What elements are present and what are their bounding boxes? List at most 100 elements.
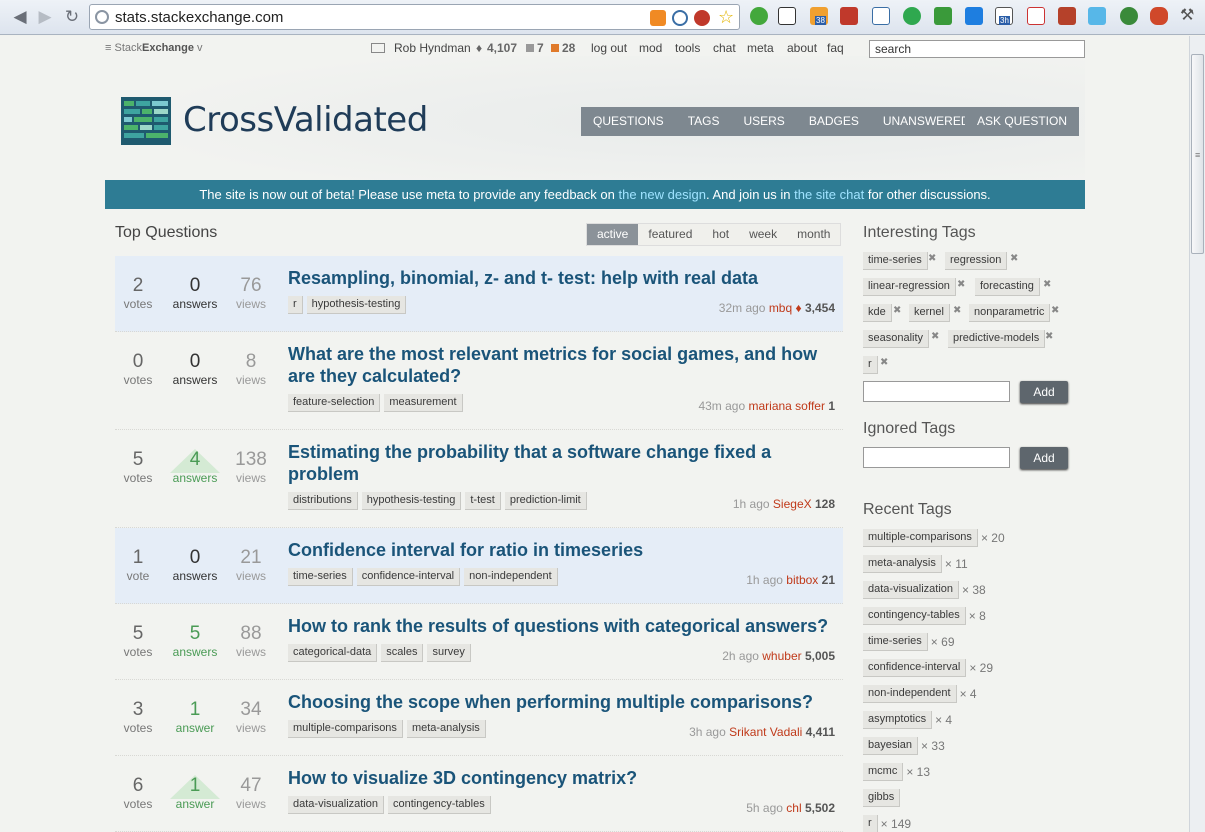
tab-hot[interactable]: hot bbox=[702, 224, 740, 245]
ask-question-button[interactable]: ASK QUESTION bbox=[965, 107, 1080, 136]
user-link[interactable]: mariana soffer bbox=[748, 399, 824, 413]
remove-tag-icon[interactable]: ✖ bbox=[1045, 331, 1053, 342]
tag-link[interactable]: meta-analysis bbox=[863, 555, 942, 573]
remove-tag-icon[interactable]: ✖ bbox=[1043, 279, 1051, 290]
question-title-link[interactable]: What are the most relevant metrics for s… bbox=[288, 343, 843, 387]
mod-link[interactable]: mod bbox=[639, 41, 662, 55]
wrench-icon[interactable]: ⚒ bbox=[1180, 7, 1198, 25]
question-title-link[interactable]: Estimating the probability that a softwa… bbox=[288, 441, 843, 485]
interesting-tag[interactable]: kernel bbox=[909, 304, 950, 322]
add-ignored-tag-button[interactable]: Add bbox=[1020, 447, 1068, 469]
star-icon[interactable]: ☆ bbox=[718, 8, 734, 26]
interesting-tag[interactable]: time-series bbox=[863, 252, 928, 270]
remove-tag-icon[interactable]: ✖ bbox=[1010, 253, 1018, 264]
tools-link[interactable]: tools bbox=[675, 41, 700, 55]
interesting-tag[interactable]: kde bbox=[863, 304, 892, 322]
tag-link[interactable]: r bbox=[288, 296, 303, 314]
interesting-tag[interactable]: regression bbox=[945, 252, 1008, 270]
tag-link[interactable]: meta-analysis bbox=[406, 720, 486, 738]
activity-time[interactable]: 32m ago bbox=[719, 301, 766, 315]
tag-link[interactable]: hypothesis-testing bbox=[306, 296, 407, 314]
tag-link[interactable]: non-independent bbox=[863, 685, 957, 703]
activity-time[interactable]: 3h ago bbox=[689, 725, 726, 739]
stackexchange-menu[interactable]: ≡ StackExchange v bbox=[105, 42, 203, 54]
site-name[interactable]: CrossValidated bbox=[183, 100, 428, 140]
meta-link[interactable]: meta bbox=[747, 41, 774, 55]
crossvalidated-logo-icon[interactable] bbox=[121, 97, 171, 145]
extension-pi-icon[interactable] bbox=[778, 7, 796, 25]
remove-tag-icon[interactable]: ✖ bbox=[1051, 305, 1059, 316]
tag-link[interactable]: categorical-data bbox=[288, 644, 378, 662]
tag-link[interactable]: r bbox=[863, 815, 878, 832]
interesting-tag[interactable]: forecasting bbox=[975, 278, 1040, 296]
interesting-tag[interactable]: predictive-models bbox=[948, 330, 1046, 348]
tag-link[interactable]: gibbs bbox=[863, 789, 901, 807]
remove-tag-icon[interactable]: ✖ bbox=[953, 305, 961, 316]
forward-icon[interactable]: ▶ bbox=[33, 5, 57, 29]
question-title-link[interactable]: How to rank the results of questions wit… bbox=[288, 615, 843, 637]
remove-tag-icon[interactable]: ✖ bbox=[893, 305, 901, 316]
tag-link[interactable]: mcmc bbox=[863, 763, 904, 781]
interesting-tag[interactable]: nonparametric bbox=[969, 304, 1051, 322]
reload-icon[interactable]: ↻ bbox=[60, 5, 84, 29]
tag-link[interactable]: measurement bbox=[384, 394, 463, 412]
tag-link[interactable]: scales bbox=[381, 644, 424, 662]
tab-featured[interactable]: featured bbox=[638, 224, 703, 245]
extension-feed-icon[interactable]: 38 bbox=[810, 7, 828, 25]
question-title-link[interactable]: Choosing the scope when performing multi… bbox=[288, 691, 843, 713]
interesting-tag[interactable]: r bbox=[863, 356, 878, 374]
extension-green-icon[interactable] bbox=[934, 7, 952, 25]
new-design-link[interactable]: the new design bbox=[618, 187, 705, 202]
cookie-icon[interactable] bbox=[694, 10, 710, 26]
extension-orange-icon[interactable] bbox=[1150, 7, 1168, 25]
remove-tag-icon[interactable]: ✖ bbox=[928, 253, 936, 264]
user-link[interactable]: chl bbox=[786, 801, 801, 815]
current-user-link[interactable]: Rob Hyndman bbox=[394, 41, 471, 55]
scrollbar[interactable]: ≡ bbox=[1189, 36, 1205, 832]
activity-time[interactable]: 5h ago bbox=[746, 801, 783, 815]
tag-link[interactable]: data-visualization bbox=[288, 796, 384, 814]
chat-link[interactable]: chat bbox=[713, 41, 736, 55]
add-interesting-tag-button[interactable]: Add bbox=[1020, 381, 1068, 403]
activity-time[interactable]: 43m ago bbox=[698, 399, 745, 413]
nav-users[interactable]: USERS bbox=[731, 107, 796, 136]
tag-link[interactable]: confidence-interval bbox=[356, 568, 461, 586]
tag-link[interactable]: non-independent bbox=[464, 568, 558, 586]
extension-globe-icon[interactable] bbox=[1120, 7, 1138, 25]
tag-link[interactable]: asymptotics bbox=[863, 711, 933, 729]
remove-tag-icon[interactable]: ✖ bbox=[957, 279, 965, 290]
faq-link[interactable]: faq bbox=[827, 41, 844, 55]
tag-link[interactable]: feature-selection bbox=[288, 394, 381, 412]
interesting-tag[interactable]: linear-regression bbox=[863, 278, 956, 296]
site-chat-link[interactable]: the site chat bbox=[794, 187, 864, 202]
tag-link[interactable]: distributions bbox=[288, 492, 358, 510]
interesting-tag-input[interactable] bbox=[863, 381, 1010, 402]
question-title-link[interactable]: How to visualize 3D contingency matrix? bbox=[288, 767, 843, 789]
tag-link[interactable]: contingency-tables bbox=[388, 796, 491, 814]
address-bar[interactable]: stats.stackexchange.com ☆ bbox=[89, 4, 740, 30]
user-link[interactable]: bitbox bbox=[786, 573, 818, 587]
interesting-tag[interactable]: seasonality bbox=[863, 330, 930, 348]
extension-d-icon[interactable] bbox=[965, 7, 983, 25]
tag-link[interactable]: multiple-comparisons bbox=[288, 720, 403, 738]
remove-tag-icon[interactable]: ✖ bbox=[880, 357, 888, 368]
user-link[interactable]: SiegeX bbox=[773, 497, 812, 511]
nav-badges[interactable]: BADGES bbox=[797, 107, 871, 136]
extension-calendar-icon[interactable]: 3h bbox=[995, 7, 1013, 25]
tag-link[interactable]: prediction-limit bbox=[504, 492, 587, 510]
gmail-icon[interactable] bbox=[1027, 7, 1045, 25]
zoom-icon[interactable] bbox=[672, 10, 688, 26]
tab-active[interactable]: active bbox=[587, 224, 639, 245]
tag-link[interactable]: t-test bbox=[465, 492, 501, 510]
user-link[interactable]: mbq bbox=[769, 301, 792, 315]
nav-questions[interactable]: QUESTIONS bbox=[581, 107, 676, 136]
tag-link[interactable]: hypothesis-testing bbox=[361, 492, 462, 510]
tag-link[interactable]: multiple-comparisons bbox=[863, 529, 978, 547]
extension-page-icon[interactable] bbox=[872, 7, 890, 25]
tag-link[interactable]: data-visualization bbox=[863, 581, 959, 599]
tag-link[interactable]: survey bbox=[427, 644, 471, 662]
extension-sync-icon[interactable] bbox=[903, 7, 921, 25]
inbox-icon[interactable] bbox=[371, 43, 385, 53]
extension-red-icon[interactable] bbox=[840, 7, 858, 25]
tag-link[interactable]: time-series bbox=[863, 633, 928, 651]
